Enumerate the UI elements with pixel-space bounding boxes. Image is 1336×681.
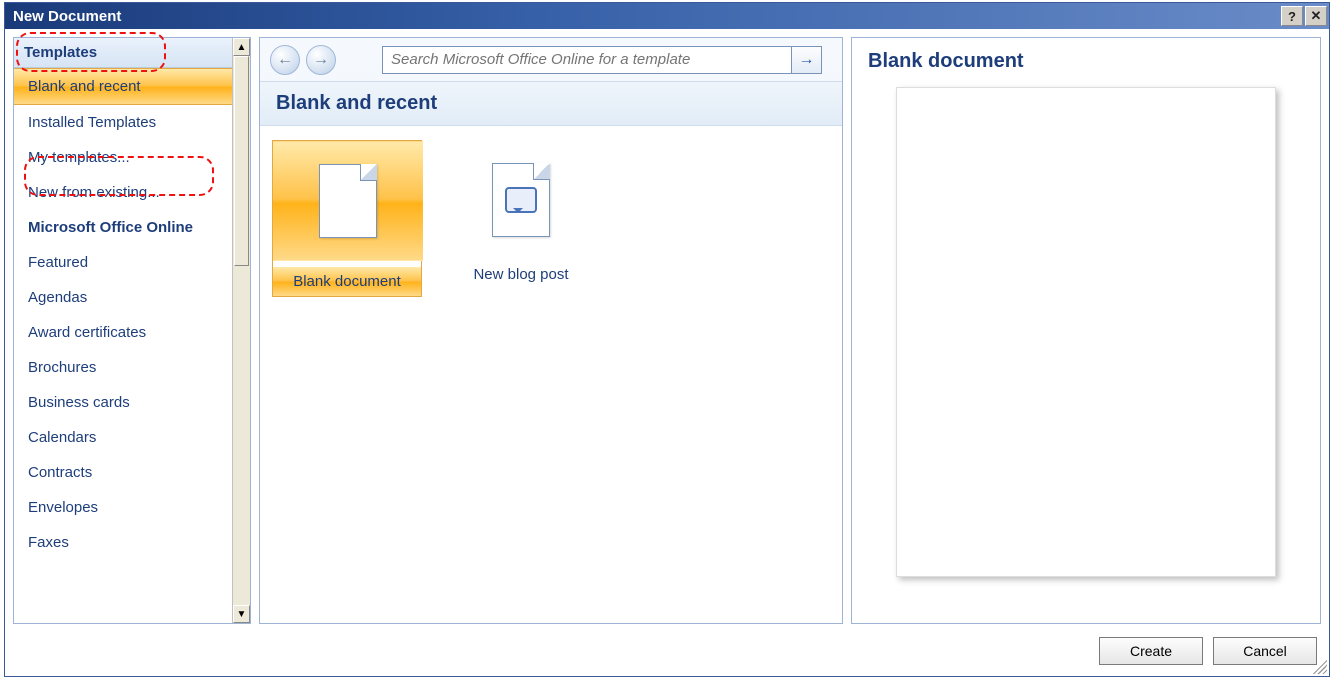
thumb-icon-box [446, 140, 596, 260]
scroll-up-icon[interactable]: ▲ [233, 38, 250, 56]
nav-row: ← → → [260, 38, 842, 82]
nav-forward-button[interactable]: → [306, 45, 336, 75]
preview-page [896, 87, 1276, 577]
thumb-new-blog-post[interactable]: New blog post [446, 140, 596, 283]
sidebar-item-award-certificates[interactable]: Award certificates [14, 315, 232, 350]
document-icon [319, 164, 377, 238]
blog-post-icon [492, 163, 550, 237]
new-document-dialog: New Document ? ✕ Templates Blank and rec… [4, 2, 1330, 677]
speech-bubble-icon [505, 187, 537, 213]
sidebar-item-faxes[interactable]: Faxes [14, 525, 232, 560]
nav-back-button[interactable]: ← [270, 45, 300, 75]
templates-sidebar: Templates Blank and recent Installed Tem… [13, 37, 251, 624]
thumb-label: New blog post [446, 266, 596, 283]
search-input[interactable] [382, 46, 792, 74]
sidebar-item-envelopes[interactable]: Envelopes [14, 490, 232, 525]
sidebar-item-my-templates[interactable]: My templates... [14, 140, 232, 175]
close-button[interactable]: ✕ [1305, 6, 1327, 26]
sidebar-list: Blank and recent Installed Templates My … [14, 68, 250, 623]
resize-grip-icon[interactable] [1311, 658, 1327, 674]
scroll-track[interactable] [233, 56, 250, 605]
arrow-right-icon: → [799, 51, 815, 69]
sidebar-item-installed-templates[interactable]: Installed Templates [14, 105, 232, 140]
sidebar-section-office-online[interactable]: Microsoft Office Online [14, 210, 232, 245]
search-go-button[interactable]: → [792, 46, 822, 74]
center-pane: ← → → Blank and recent Bla [259, 37, 843, 624]
thumb-blank-document[interactable]: Blank document [272, 140, 422, 297]
sidebar-item-agendas[interactable]: Agendas [14, 280, 232, 315]
cancel-button[interactable]: Cancel [1213, 637, 1317, 665]
sidebar-item-contracts[interactable]: Contracts [14, 455, 232, 490]
dialog-body: Templates Blank and recent Installed Tem… [5, 29, 1329, 632]
sidebar-item-blank-and-recent[interactable]: Blank and recent [14, 68, 232, 105]
sidebar-item-calendars[interactable]: Calendars [14, 420, 232, 455]
sidebar-item-brochures[interactable]: Brochures [14, 350, 232, 385]
preview-title: Blank document [868, 50, 1304, 73]
sidebar-scrollbar[interactable]: ▲ ▼ [232, 38, 250, 623]
create-button[interactable]: Create [1099, 637, 1203, 665]
scroll-down-icon[interactable]: ▼ [233, 605, 250, 623]
preview-pane: Blank document [851, 37, 1321, 624]
sidebar-item-new-from-existing[interactable]: New from existing... [14, 175, 232, 210]
thumb-label: Blank document [273, 267, 421, 296]
dialog-footer: Create Cancel [5, 632, 1329, 676]
titlebar: New Document ? ✕ [5, 3, 1329, 29]
scroll-thumb[interactable] [234, 56, 249, 266]
sidebar-item-business-cards[interactable]: Business cards [14, 385, 232, 420]
search-wrap: → [382, 46, 822, 74]
arrow-left-icon: ← [277, 51, 293, 69]
section-title: Blank and recent [260, 82, 842, 126]
thumbs-area: Blank document New blog post [260, 126, 842, 623]
sidebar-item-featured[interactable]: Featured [14, 245, 232, 280]
window-title: New Document [13, 8, 1279, 25]
thumb-icon-box [273, 141, 423, 261]
help-button[interactable]: ? [1281, 6, 1303, 26]
sidebar-header: Templates [14, 38, 250, 68]
arrow-right-icon: → [313, 51, 329, 69]
